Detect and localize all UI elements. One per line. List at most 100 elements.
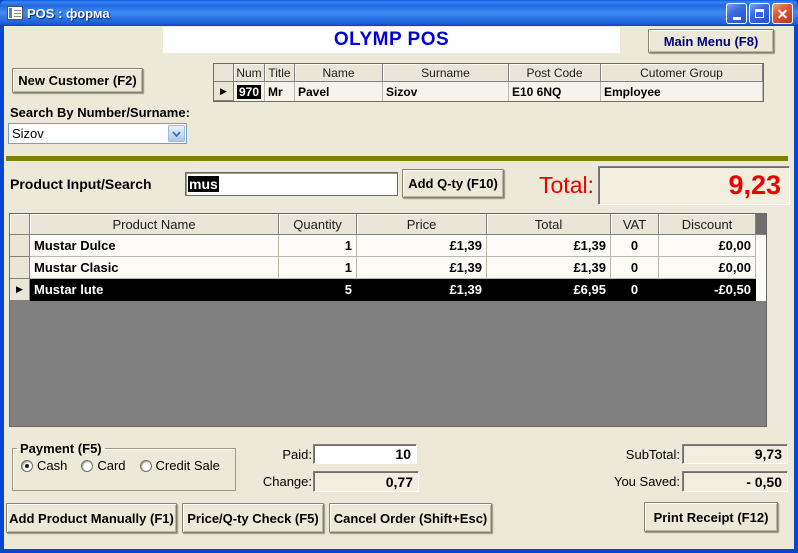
radio-cash-icon[interactable] (21, 459, 33, 472)
form-icon (7, 6, 23, 20)
product-row[interactable]: Mustar Dulce 1 £1,39 £1,39 0 £0,00 (10, 235, 766, 257)
customer-search-combobox[interactable]: Sizov (8, 123, 187, 144)
paid-input[interactable]: 10 (313, 444, 417, 464)
column-header-num[interactable]: Num (234, 64, 265, 82)
customer-table-header: Num Title Name Surname Post Code Cutomer… (214, 64, 763, 82)
quantity-cell: 1 (279, 235, 357, 257)
print-receipt-button[interactable]: Print Receipt (F12) (644, 502, 778, 532)
line-total-cell: £6,95 (487, 279, 611, 301)
price-cell: £1,39 (357, 235, 487, 257)
change-label: Change: (262, 474, 312, 489)
product-row[interactable]: Mustar Clasic 1 £1,39 £1,39 0 £0,00 (10, 257, 766, 279)
row-selector-header (214, 64, 234, 82)
product-name-cell: Mustar Clasic (30, 257, 279, 279)
quantity-cell: 1 (279, 257, 357, 279)
column-header-title[interactable]: Title (265, 64, 295, 82)
column-header-product-name[interactable]: Product Name (30, 214, 279, 235)
you-saved-display: - 0,50 (682, 471, 788, 492)
combobox-value: Sizov (12, 126, 44, 141)
customer-title-cell: Mr (265, 82, 295, 101)
row-selector[interactable] (10, 235, 30, 257)
minimize-icon (732, 16, 741, 20)
total-label: Total: (539, 172, 594, 198)
customer-group-cell: Employee (601, 82, 763, 101)
payment-group: Payment (F5) Cash Card Credit Sale (12, 441, 236, 491)
close-icon (773, 4, 792, 23)
row-selector[interactable]: ▶ (10, 279, 30, 301)
product-search-input[interactable]: mus (185, 172, 398, 196)
you-saved-label: You Saved: (613, 474, 680, 489)
close-button[interactable] (772, 2, 793, 24)
customer-surname-cell: Sizov (383, 82, 509, 101)
cancel-order-button[interactable]: Cancel Order (Shift+Esc) (329, 503, 492, 533)
row-selector[interactable] (10, 257, 30, 279)
radio-credit-sale[interactable]: Credit Sale (139, 458, 220, 473)
minimize-button[interactable] (726, 2, 747, 24)
change-display: 0,77 (313, 471, 419, 492)
column-header-surname[interactable]: Surname (383, 64, 509, 82)
column-header-name[interactable]: Name (295, 64, 383, 82)
vat-cell: 0 (611, 279, 659, 301)
header-end-cap (756, 214, 766, 235)
row-selector-header (10, 214, 30, 235)
radio-credit-sale-icon[interactable] (139, 459, 152, 472)
customer-row[interactable]: ▶ 970 Mr Pavel Sizov E10 6NQ Employee (214, 82, 763, 101)
product-name-cell: Mustar Dulce (30, 235, 279, 257)
product-table-header: Product Name Quantity Price Total VAT Di… (10, 214, 766, 235)
subtotal-label: SubTotal: (625, 447, 680, 462)
pos-window: POS : форма OLYMP POS Main Menu (F8) New… (0, 0, 798, 553)
customer-name-cell: Pavel (295, 82, 383, 101)
add-product-manually-button[interactable]: Add Product Manually (F1) (6, 503, 177, 533)
payment-group-label: Payment (F5) (20, 441, 102, 456)
line-total-cell: £1,39 (487, 257, 611, 279)
column-header-customer-group[interactable]: Cutomer Group (601, 64, 763, 82)
price-qty-check-button[interactable]: Price/Q-ty Check (F5) (182, 503, 324, 533)
customer-num-cell: 970 (234, 82, 265, 101)
main-menu-button[interactable]: Main Menu (F8) (648, 29, 774, 53)
chevron-down-icon[interactable] (168, 125, 185, 142)
quantity-cell: 5 (279, 279, 357, 301)
form-body: OLYMP POS Main Menu (F8) New Customer (F… (4, 26, 794, 549)
product-row[interactable]: ▶ Mustar lute 5 £1,39 £6,95 0 -£0,50 (10, 279, 766, 301)
product-table-empty-area (10, 301, 766, 426)
vat-cell: 0 (611, 235, 659, 257)
price-cell: £1,39 (357, 257, 487, 279)
app-title: OLYMP POS (333, 29, 450, 50)
radio-card-icon[interactable] (81, 459, 94, 472)
total-value: 9,23 (728, 170, 781, 200)
column-header-quantity[interactable]: Quantity (279, 214, 357, 235)
product-table: Product Name Quantity Price Total VAT Di… (9, 213, 767, 427)
discount-cell: £0,00 (659, 257, 756, 279)
column-header-price[interactable]: Price (357, 214, 487, 235)
window-title: POS : форма (27, 5, 110, 21)
customer-postcode-cell: E10 6NQ (509, 82, 601, 101)
section-divider (6, 156, 788, 161)
radio-cash[interactable]: Cash (21, 458, 67, 473)
current-record-arrow-icon: ▶ (16, 284, 23, 294)
column-header-vat[interactable]: VAT (611, 214, 659, 235)
price-cell: £1,39 (357, 279, 487, 301)
product-input-label: Product Input/Search (10, 176, 152, 192)
subtotal-display: 9,73 (682, 444, 788, 464)
column-header-total[interactable]: Total (487, 214, 611, 235)
column-header-discount[interactable]: Discount (659, 214, 756, 235)
vat-cell: 0 (611, 257, 659, 279)
maximize-icon (755, 8, 764, 18)
app-title-banner: OLYMP POS (163, 27, 620, 53)
total-display: 9,23 (598, 166, 790, 205)
customer-search-label: Search By Number/Surname: (10, 105, 190, 120)
column-header-postcode[interactable]: Post Code (509, 64, 601, 82)
paid-label: Paid: (282, 447, 312, 462)
maximize-button[interactable] (749, 2, 770, 24)
discount-cell: -£0,50 (659, 279, 756, 301)
radio-card[interactable]: Card (81, 458, 126, 473)
new-customer-button[interactable]: New Customer (F2) (12, 68, 143, 93)
row-selector[interactable]: ▶ (214, 82, 234, 101)
current-record-arrow-icon: ▶ (220, 85, 227, 96)
title-bar[interactable]: POS : форма (0, 0, 798, 26)
customer-table: Num Title Name Surname Post Code Cutomer… (213, 63, 764, 102)
discount-cell: £0,00 (659, 235, 756, 257)
line-total-cell: £1,39 (487, 235, 611, 257)
add-qty-button[interactable]: Add Q-ty (F10) (402, 169, 504, 198)
selected-input-text: mus (188, 176, 219, 192)
